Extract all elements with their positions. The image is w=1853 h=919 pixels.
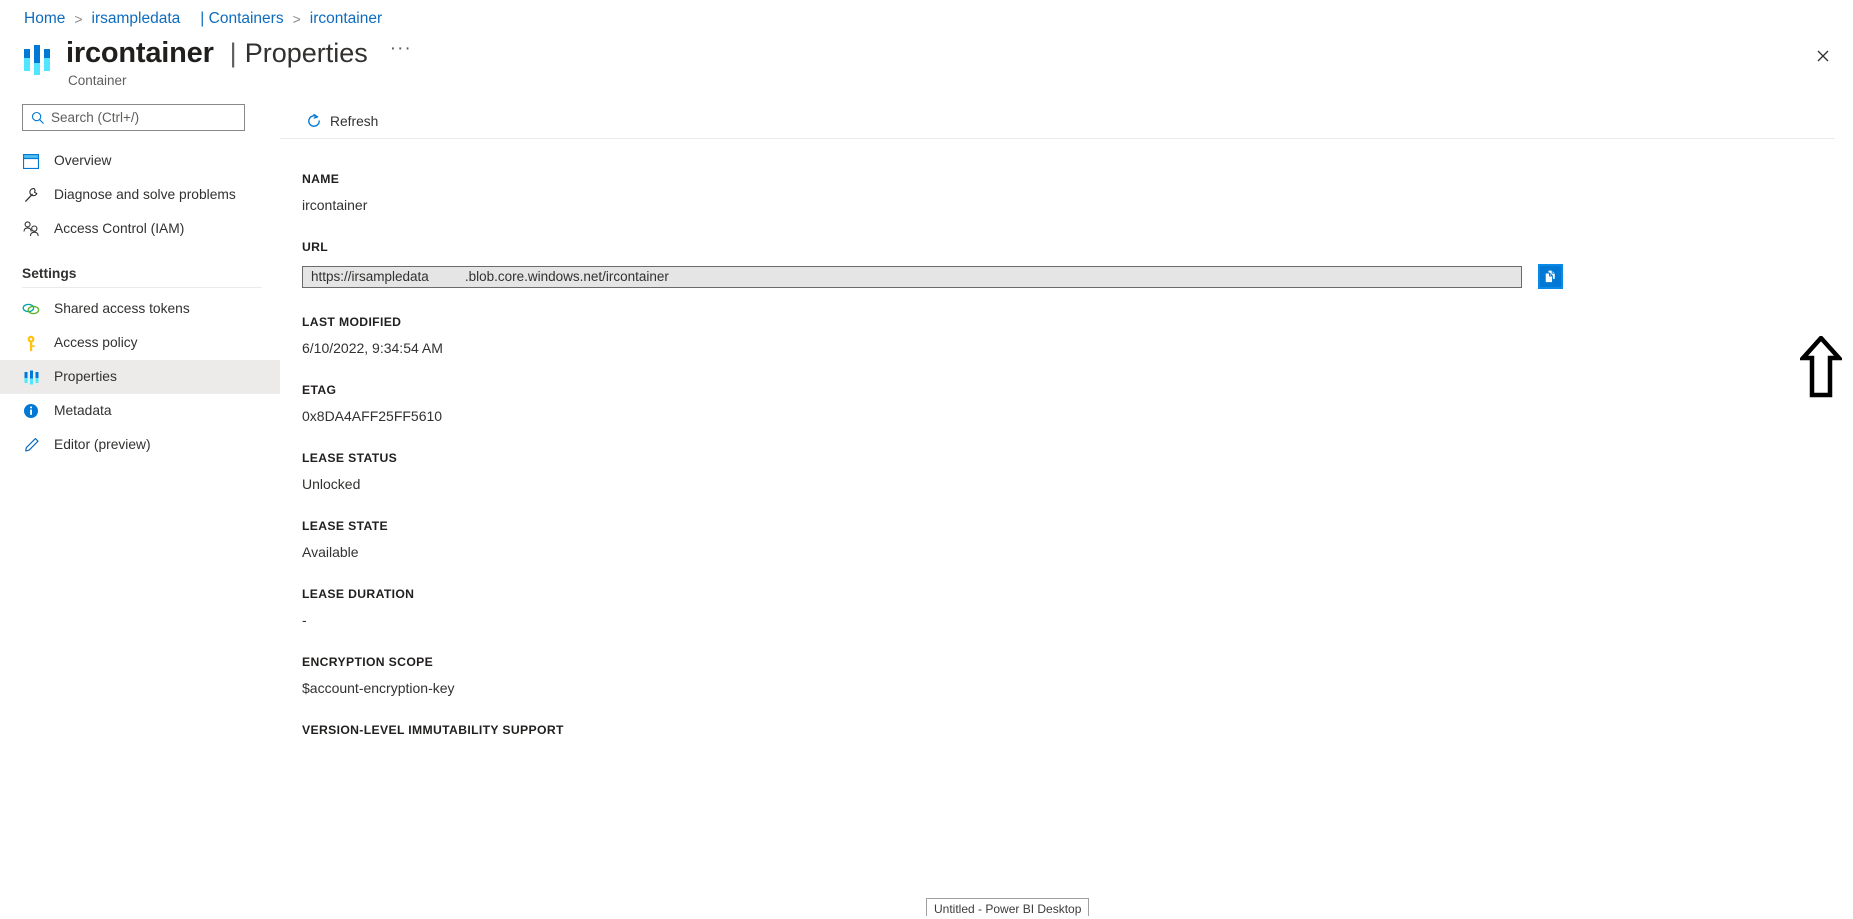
breadcrumb-item-home[interactable]: Home [24, 9, 65, 29]
close-icon[interactable] [1807, 40, 1839, 72]
url-field[interactable]: https://irsampledata .blob.core.windows.… [302, 265, 1522, 288]
property-etag: ETAG 0x8DA4AFF25FF5610 [302, 383, 1853, 425]
url-suffix: .blob.core.windows.net/ircontainer [464, 269, 669, 284]
sidebar-item-diagnose-and-solve-problems[interactable]: Diagnose and solve problems [0, 178, 280, 212]
url-prefix: https://irsampledata [311, 269, 429, 284]
property-value: Available [302, 544, 359, 560]
property-value: - [302, 612, 307, 628]
search-input-wrapper[interactable] [22, 104, 245, 131]
property-label: ETAG [302, 383, 337, 397]
property-lease-state: LEASE STATE Available [302, 519, 1853, 561]
sidebar-item-access-control-iam[interactable]: Access Control (IAM) [0, 212, 280, 246]
property-label: LEASE STATUS [302, 451, 398, 465]
breadcrumb-item-container[interactable]: ircontainer [310, 9, 382, 29]
breadcrumb-item-storage-account[interactable]: irsampledata [92, 9, 181, 29]
sidebar-item-shared-access-tokens[interactable]: Shared access tokens [0, 292, 280, 326]
url-row: https://irsampledata .blob.core.windows.… [302, 264, 1853, 289]
title-divider: | [229, 38, 237, 68]
sidebar-item-label: Editor (preview) [54, 437, 151, 452]
sidebar-nav-list: Overview Diagnose and solve problems Acc… [0, 144, 280, 462]
breadcrumb-item-containers[interactable]: | Containers [200, 9, 283, 29]
sidebar-item-access-policy[interactable]: Access policy [0, 326, 280, 360]
sidebar-item-label: Shared access tokens [54, 301, 190, 316]
property-value: 6/10/2022, 9:34:54 AM [302, 340, 443, 356]
sidebar-item-overview[interactable]: Overview [0, 144, 280, 178]
property-label: ENCRYPTION SCOPE [302, 655, 434, 669]
property-lease-duration: LEASE DURATION - [302, 587, 1853, 629]
properties-icon [22, 368, 40, 386]
sidebar-item-label: Metadata [54, 403, 112, 418]
sidebar-divider [22, 287, 262, 288]
breadcrumb-separator: > [74, 11, 83, 27]
sidebar-item-metadata[interactable]: Metadata [0, 394, 280, 428]
sidebar: « Overview Diagnos [0, 104, 291, 919]
property-encryption-scope: ENCRYPTION SCOPE $account-encryption-key [302, 655, 1853, 697]
link-icon [22, 300, 40, 318]
property-label: URL [302, 240, 329, 254]
sidebar-item-label: Access policy [54, 335, 138, 350]
pencil-icon [22, 436, 40, 454]
search-container: « [22, 104, 291, 131]
property-label: LEASE DURATION [302, 587, 415, 601]
people-icon [22, 220, 40, 238]
sidebar-item-properties[interactable]: Properties [0, 360, 280, 394]
azure-portal-blade: Home > irsampledata | Containers > ircon… [0, 0, 1853, 919]
property-last-modified: LAST MODIFIED 6/10/2022, 9:34:54 AM [302, 315, 1853, 357]
info-icon [22, 402, 40, 420]
property-label: LEASE STATE [302, 519, 389, 533]
sidebar-item-label: Diagnose and solve problems [54, 187, 236, 202]
property-version-level-immutability-support: VERSION-LEVEL IMMUTABILITY SUPPORT [302, 723, 1853, 737]
property-name: NAME ircontainer [302, 172, 1853, 214]
property-value: $account-encryption-key [302, 680, 455, 696]
command-bar: Refresh [280, 104, 1835, 139]
sidebar-item-label: Overview [54, 153, 112, 168]
refresh-label: Refresh [330, 113, 379, 129]
search-input[interactable] [51, 110, 236, 125]
refresh-button[interactable]: Refresh [302, 107, 386, 135]
page-title: ircontainer [66, 37, 214, 69]
wrench-icon [22, 186, 40, 204]
overview-icon [22, 152, 40, 170]
property-label: LAST MODIFIED [302, 315, 402, 329]
blade-header: ircontainer | Properties ··· Container [22, 36, 412, 88]
blade-subtitle: Properties [244, 38, 368, 68]
property-value: 0x8DA4AFF25FF5610 [302, 408, 443, 424]
property-value: ircontainer [302, 197, 368, 213]
sidebar-item-editor-preview[interactable]: Editor (preview) [0, 428, 280, 462]
search-icon [31, 111, 45, 125]
property-label: VERSION-LEVEL IMMUTABILITY SUPPORT [302, 723, 564, 737]
breadcrumb: Home > irsampledata | Containers > ircon… [24, 9, 382, 29]
property-lease-status: LEASE STATUS Unlocked [302, 451, 1853, 493]
property-value: Unlocked [302, 476, 361, 492]
main-content: Refresh NAME ircontainer URL https://irs… [280, 104, 1853, 919]
key-icon [22, 334, 40, 352]
sidebar-group-title-settings: Settings [22, 266, 77, 281]
properties-list: NAME ircontainer URL https://irsampledat… [280, 139, 1853, 737]
sidebar-item-label: Access Control (IAM) [54, 221, 185, 236]
property-label: NAME [302, 172, 340, 186]
property-url: URL https://irsampledata .blob.core.wind… [302, 240, 1853, 289]
sidebar-item-label: Properties [54, 369, 117, 384]
refresh-icon [306, 113, 322, 129]
container-icon [22, 44, 54, 76]
more-options-button[interactable]: ··· [390, 38, 412, 60]
resource-type-label: Container [68, 73, 127, 88]
copy-url-button[interactable] [1538, 264, 1563, 289]
breadcrumb-separator-2: > [292, 11, 301, 27]
